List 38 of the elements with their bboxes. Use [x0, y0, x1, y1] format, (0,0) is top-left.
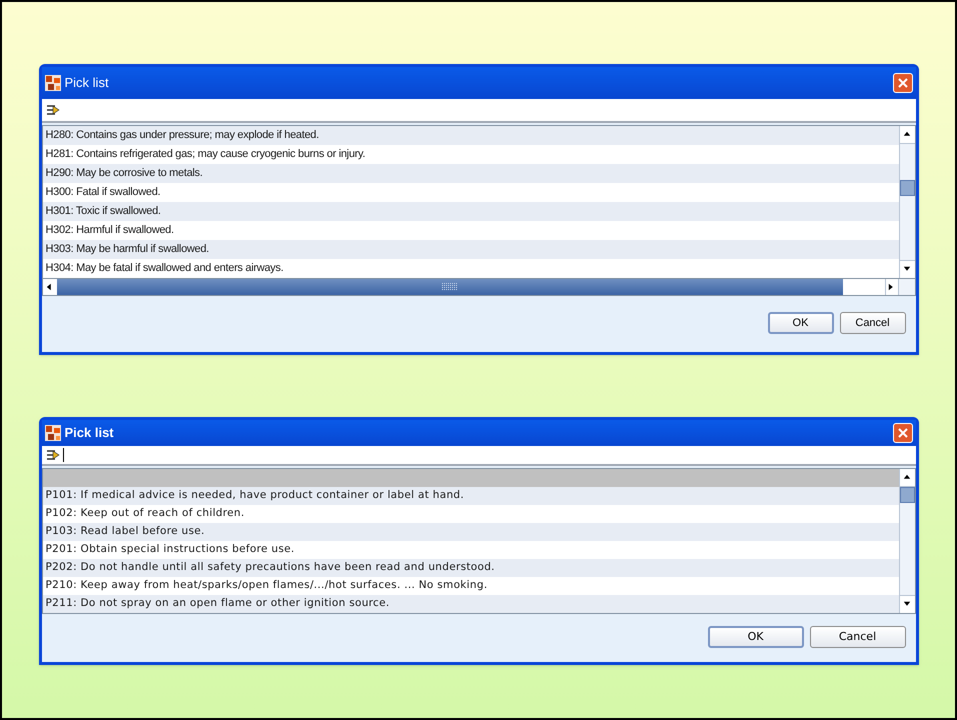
- scrollbar-thumb[interactable]: [56, 279, 842, 295]
- window-title: Pick list: [64, 424, 114, 442]
- list-row[interactable]: H280: Contains gas under pressure; may explode if heated.: [42, 126, 898, 145]
- close-icon: [898, 78, 908, 88]
- vertical-scrollbar[interactable]: [898, 126, 914, 278]
- list-row[interactable]: H290: May be corrosive to metals.: [42, 164, 898, 183]
- scroll-up-arrow-icon[interactable]: [903, 130, 911, 138]
- scroll-down-arrow-icon[interactable]: [903, 600, 911, 608]
- grip-icon: [442, 283, 458, 291]
- list-row[interactable]: H303: May be harmful if swallowed.: [42, 240, 898, 259]
- cancel-button[interactable]: Cancel: [810, 626, 906, 648]
- app-logo-icon: [44, 75, 60, 91]
- app-logo-icon: [44, 425, 60, 441]
- close-button[interactable]: [892, 73, 912, 93]
- close-button[interactable]: [892, 423, 912, 443]
- scroll-down-arrow-icon[interactable]: [903, 266, 911, 274]
- list-row[interactable]: P202: Do not handle until all safety precautions have been read and understood.: [42, 559, 898, 577]
- ok-button[interactable]: OK: [768, 312, 834, 334]
- horizontal-scrollbar[interactable]: [42, 279, 916, 296]
- filter-arrows-icon: [46, 449, 60, 461]
- filter-arrows-icon: [46, 104, 60, 116]
- list-row[interactable]: P103: Read label before use.: [42, 523, 898, 541]
- search-field[interactable]: [42, 99, 916, 123]
- list-row[interactable]: P101: If medical advice is needed, have product container or label at hand.: [42, 487, 898, 505]
- search-field[interactable]: [42, 446, 916, 466]
- window-title: Pick list: [64, 74, 109, 92]
- scrollbar-thumb[interactable]: [900, 487, 914, 503]
- text-cursor: [62, 448, 64, 462]
- scroll-right-arrow-icon[interactable]: [888, 283, 896, 291]
- list-row[interactable]: P211: Do not spray on an open flame or other ignition source.: [42, 595, 898, 613]
- scroll-left-arrow-icon[interactable]: [46, 283, 54, 291]
- scrollbar-thumb[interactable]: [900, 180, 914, 196]
- vertical-scrollbar[interactable]: [898, 469, 914, 613]
- ok-button[interactable]: OK: [708, 626, 804, 648]
- list-row[interactable]: H301: Toxic if swallowed.: [42, 202, 898, 221]
- cancel-button[interactable]: Cancel: [840, 312, 906, 334]
- scroll-up-arrow-icon[interactable]: [903, 474, 911, 482]
- close-icon: [898, 428, 908, 438]
